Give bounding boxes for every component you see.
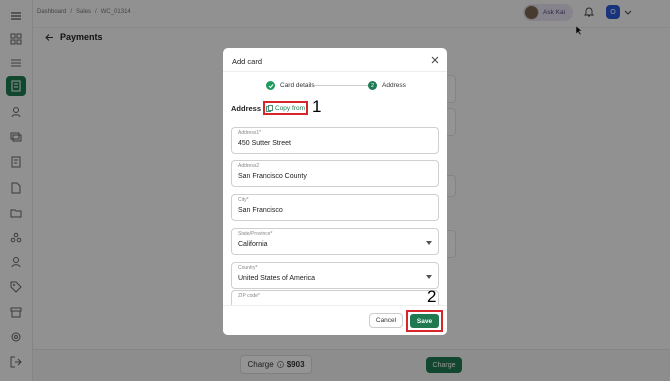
field-value: 450 Sutter Street	[238, 140, 291, 147]
add-card-modal: Add card Card details 2 Address Address …	[223, 48, 447, 335]
stepper: Card details 2 Address	[223, 81, 447, 95]
annotation-number-1: 1	[312, 97, 322, 116]
step-card-details[interactable]: Card details	[266, 81, 315, 90]
step-connector	[314, 85, 372, 86]
field-value: United States of America	[238, 275, 316, 282]
field-label: ZIP code*	[238, 293, 260, 299]
modal-header: Add card	[223, 48, 447, 72]
check-icon	[266, 81, 275, 90]
field-label: Country*	[238, 265, 258, 271]
state-select[interactable]: State/Province* California	[231, 228, 439, 255]
address1-field[interactable]: Address1* 450 Sutter Street	[231, 127, 439, 154]
field-label: City*	[238, 197, 249, 203]
field-value: San Francisco	[238, 207, 283, 214]
field-value: California	[238, 241, 268, 248]
copy-icon	[266, 104, 273, 112]
field-label: Address1*	[238, 130, 262, 136]
step-address[interactable]: 2 Address	[368, 81, 406, 90]
cancel-button[interactable]: Cancel	[369, 313, 403, 328]
step-number: 2	[368, 81, 377, 90]
step-label: Card details	[280, 82, 315, 89]
field-label: Address2	[238, 163, 260, 169]
field-label: State/Province*	[238, 231, 273, 237]
city-field[interactable]: City* San Francisco	[231, 194, 439, 221]
dropdown-caret-icon	[426, 241, 432, 245]
field-value: San Francisco County	[238, 173, 307, 180]
annotation-number-2: 2	[427, 287, 437, 306]
save-button[interactable]: Save	[410, 314, 439, 328]
save-highlight: Save	[406, 310, 443, 332]
close-icon[interactable]	[431, 56, 439, 64]
country-select[interactable]: Country* United States of America	[231, 262, 439, 289]
address-section-label: Address	[231, 104, 262, 113]
copy-from-label: Copy from	[275, 104, 305, 112]
modal-title: Add card	[232, 57, 263, 66]
dropdown-caret-icon	[426, 275, 432, 279]
address2-field[interactable]: Address2 San Francisco County	[231, 160, 439, 187]
step-label: Address	[382, 82, 406, 89]
copy-from-button[interactable]: Copy from	[263, 101, 308, 115]
